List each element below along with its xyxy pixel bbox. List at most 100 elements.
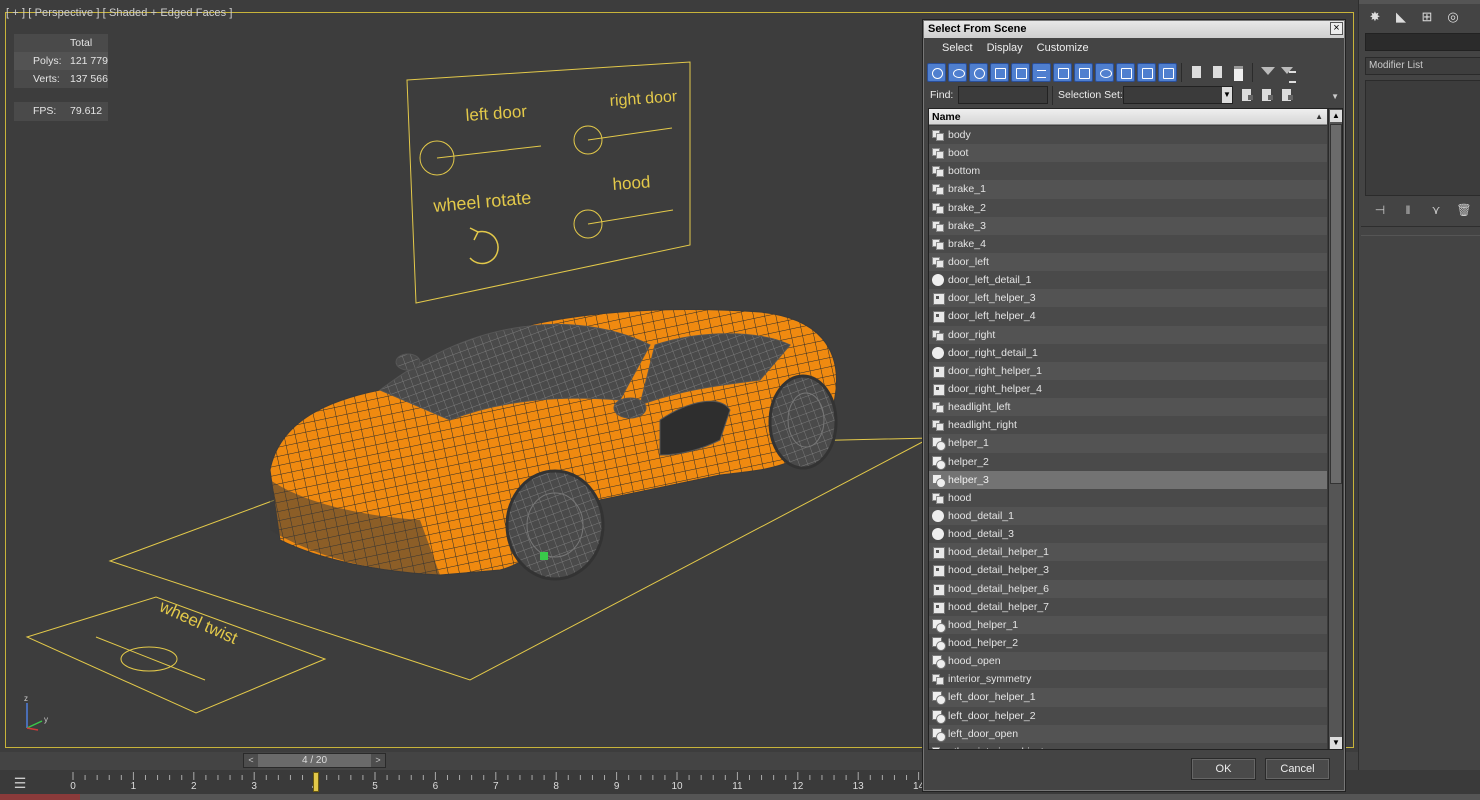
make-unique-icon[interactable]: ⋎ (1425, 202, 1447, 218)
show-end-result-icon[interactable]: ‖ (1397, 202, 1419, 218)
list-item[interactable]: boot (929, 144, 1327, 163)
list-item[interactable]: hood_detail_helper_1 (929, 543, 1327, 562)
name-column-header[interactable]: Name ▲ (929, 109, 1327, 125)
menu-display[interactable]: Display (980, 39, 1030, 57)
next-frame-button[interactable]: > (371, 754, 385, 767)
toolbar-overflow-icon[interactable]: ▼ (1331, 92, 1339, 101)
motion-tab-icon[interactable]: ◎ (1441, 6, 1465, 28)
list-item[interactable]: door_left_helper_4 (929, 307, 1327, 326)
modify-tab-icon[interactable]: ◣ (1389, 6, 1413, 28)
list-item[interactable]: door_left_helper_3 (929, 289, 1327, 308)
dialog-close-button[interactable]: × (1330, 22, 1343, 35)
time-slider[interactable]: < 4 / 20 > (243, 753, 386, 768)
create-selection-set-icon[interactable] (1239, 87, 1255, 103)
select-none-icon[interactable] (1208, 63, 1227, 82)
curve-editor-icon[interactable]: ☰ (10, 775, 30, 793)
display-spacewarps-icon[interactable] (1032, 62, 1051, 82)
remove-from-selection-set-icon[interactable] (1279, 87, 1295, 103)
modifier-stack[interactable] (1365, 80, 1480, 196)
list-item[interactable]: bottom (929, 162, 1327, 181)
list-item-label: brake_3 (948, 219, 986, 232)
select-all-icon[interactable] (1187, 63, 1206, 82)
prev-frame-button[interactable]: < (244, 754, 258, 767)
display-cameras-icon[interactable] (990, 62, 1009, 82)
object-name-field[interactable] (1365, 33, 1480, 51)
menu-customize[interactable]: Customize (1030, 39, 1096, 57)
list-item[interactable]: headlight_left (929, 398, 1327, 417)
find-input[interactable] (958, 86, 1048, 104)
list-item[interactable]: hood_helper_1 (929, 615, 1327, 634)
display-helpers-icon[interactable] (1011, 62, 1030, 82)
create-tab-icon[interactable]: ✸ (1363, 6, 1387, 28)
list-item[interactable]: interior_symmetry (929, 670, 1327, 689)
menu-select[interactable]: Select (935, 39, 980, 57)
list-item[interactable]: helper_3 (929, 470, 1327, 489)
modifier-list-dropdown[interactable]: Modifier List (1365, 57, 1480, 75)
chevron-down-icon[interactable]: ▼ (1222, 87, 1232, 103)
list-item[interactable]: left_door_open (929, 724, 1327, 743)
filter-options-icon[interactable] (1279, 63, 1298, 83)
list-item[interactable]: hood_detail_helper_3 (929, 561, 1327, 580)
add-to-selection-set-icon[interactable] (1259, 87, 1275, 103)
scroll-down-icon[interactable]: ▼ (1330, 737, 1342, 749)
time-slider-thumb[interactable]: 4 / 20 (258, 754, 371, 767)
list-item[interactable]: door_left_detail_1 (929, 271, 1327, 290)
list-item[interactable]: door_right_helper_4 (929, 379, 1327, 399)
list-item[interactable]: brake_3 (929, 216, 1327, 235)
list-item[interactable]: brake_1 (929, 180, 1327, 199)
list-item[interactable]: hood_detail_helper_6 (929, 579, 1327, 598)
hierarchy-tab-icon[interactable]: ⊞ (1415, 6, 1439, 28)
find-separator (1052, 86, 1053, 105)
cancel-button[interactable]: Cancel (1265, 758, 1330, 780)
pin-stack-icon[interactable]: ⊣ (1369, 202, 1391, 218)
filter-icon[interactable] (1258, 63, 1277, 82)
list-item[interactable]: helper_1 (929, 434, 1327, 453)
list-item[interactable]: left_door_helper_2 (929, 706, 1327, 725)
list-item[interactable]: door_right_detail_1 (929, 343, 1327, 362)
list-item[interactable]: hood_open (929, 652, 1327, 671)
list-item[interactable]: door_right_helper_1 (929, 361, 1327, 380)
dialog-menu-bar: Select Display Customize (924, 39, 1344, 57)
list-item[interactable]: hood_detail_3 (929, 525, 1327, 544)
display-geometry-icon[interactable] (927, 62, 946, 82)
timeline-ticks[interactable]: 01234567891011121314 (44, 770, 924, 794)
list-item[interactable]: hood_helper_2 (929, 633, 1327, 653)
stats-fps-value: 79.612 (70, 105, 103, 118)
timeline-tick-label: 12 (792, 781, 804, 792)
list-item-label: hood_detail_helper_7 (948, 600, 1050, 613)
current-frame-marker[interactable] (313, 772, 319, 792)
scene-object-list[interactable]: Name ▲ body boot bottom brake_1 brake_2brake… (928, 108, 1343, 750)
list-item[interactable]: door_left (929, 252, 1327, 272)
display-bones-icon[interactable] (1095, 62, 1114, 82)
display-shapes-icon[interactable] (948, 62, 967, 82)
list-item[interactable]: brake_2 (929, 198, 1327, 217)
display-lights-icon[interactable] (969, 62, 988, 82)
list-item[interactable]: hood_detail_helper_7 (929, 597, 1327, 616)
list-item[interactable]: brake_4 (929, 234, 1327, 253)
display-xrefs-icon[interactable] (1074, 62, 1093, 82)
viewport-label[interactable]: [ + ] [ Perspective ] [ Shaded + Edged F… (6, 7, 233, 19)
maxscript-listener-strip[interactable] (0, 794, 80, 800)
list-item[interactable]: body (929, 126, 1327, 145)
list-item[interactable]: hood_detail_1 (929, 506, 1327, 526)
list-scrollbar[interactable]: ▲ ▼ (1328, 109, 1342, 749)
dialog-title[interactable]: Select From Scene (924, 21, 1344, 38)
select-invert-icon[interactable] (1229, 63, 1248, 82)
ok-button[interactable]: OK (1191, 758, 1256, 780)
list-item[interactable]: helper_2 (929, 452, 1327, 471)
timeline-tick-label: 1 (130, 781, 137, 792)
display-hidden-icon[interactable] (1158, 62, 1177, 82)
remove-modifier-icon[interactable]: 🗑 (1453, 202, 1475, 218)
display-frozen-icon[interactable] (1137, 62, 1156, 82)
list-item[interactable]: headlight_right (929, 416, 1327, 435)
list-item[interactable]: other_interior_objects (929, 742, 1327, 749)
list-item[interactable]: door_right (929, 325, 1327, 344)
list-item[interactable]: left_door_helper_1 (929, 688, 1327, 707)
scrollbar-thumb[interactable] (1330, 124, 1342, 484)
list-item-label: helper_2 (948, 455, 989, 468)
display-containers-icon[interactable] (1116, 62, 1135, 82)
display-groups-icon[interactable] (1053, 62, 1072, 82)
selection-set-dropdown[interactable]: ▼ (1123, 86, 1233, 104)
list-item[interactable]: hood (929, 488, 1327, 507)
scroll-up-icon[interactable]: ▲ (1330, 110, 1342, 122)
